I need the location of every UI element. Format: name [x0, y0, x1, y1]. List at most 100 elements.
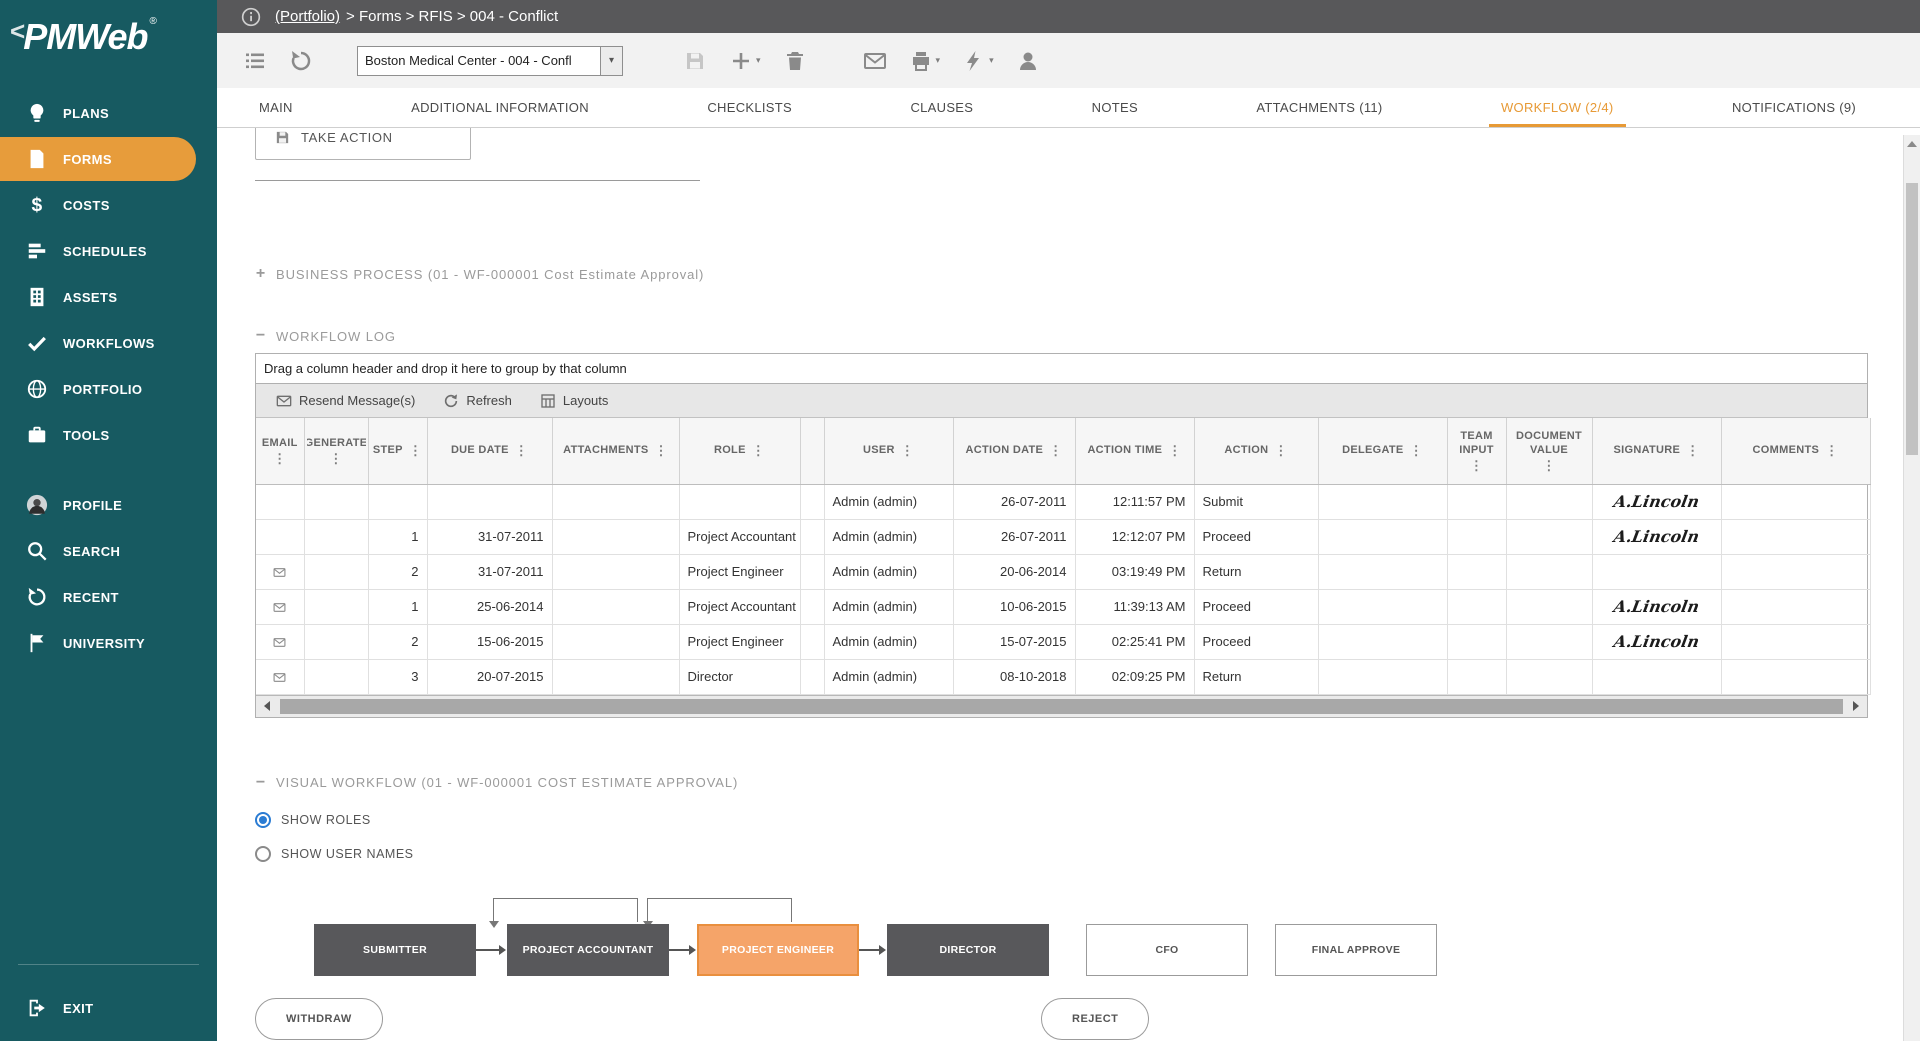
tab-workflow-2-4[interactable]: WORKFLOW (2/4) — [1489, 88, 1626, 127]
record-selector[interactable]: Boston Medical Center - 004 - Confl ▾ — [357, 46, 623, 76]
workflow-node-final-approve[interactable]: FINAL APPROVE — [1275, 924, 1437, 976]
sidebar-item-tools[interactable]: TOOLS — [0, 412, 217, 458]
column-menu-icon[interactable]: ⋮ — [1410, 444, 1423, 457]
column-menu-icon[interactable]: ⋮ — [655, 444, 668, 457]
column-menu-icon[interactable]: ⋮ — [1825, 444, 1838, 457]
column-header-team-input[interactable]: TEAM INPUT⋮ — [1447, 418, 1506, 484]
column-menu-icon[interactable]: ⋮ — [409, 444, 422, 457]
sidebar-item-plans[interactable]: PLANS — [0, 90, 217, 136]
workflow-node-director[interactable]: DIRECTOR — [887, 924, 1049, 976]
column-header-attachments[interactable]: ATTACHMENTS⋮ — [552, 418, 679, 484]
tab-attachments-11[interactable]: ATTACHMENTS (11) — [1244, 88, 1394, 127]
column-header-role[interactable]: ROLE⋮ — [679, 418, 800, 484]
column-menu-icon[interactable]: ⋮ — [901, 444, 914, 457]
column-menu-icon[interactable]: ⋮ — [515, 444, 528, 457]
column-header-email[interactable]: EMAIL⋮ — [256, 418, 304, 484]
tab-notes[interactable]: NOTES — [1080, 88, 1150, 127]
column-menu-icon[interactable]: ⋮ — [1686, 444, 1699, 457]
column-header-action[interactable]: ACTION⋮ — [1194, 418, 1318, 484]
actions-caret-icon[interactable]: ▾ — [989, 55, 994, 66]
workflow-log-row[interactable]: 131-07-2011Project AccountantAdmin (admi… — [256, 519, 1870, 554]
workflow-node-submitter[interactable]: SUBMITTER — [314, 924, 476, 976]
column-menu-icon[interactable]: ⋮ — [1470, 459, 1483, 472]
sidebar-item-recent[interactable]: RECENT — [0, 574, 217, 620]
column-header-action-date[interactable]: ACTION DATE⋮ — [953, 418, 1075, 484]
radio-selected-icon[interactable] — [255, 812, 271, 828]
email-icon[interactable] — [863, 49, 887, 73]
info-icon[interactable] — [241, 7, 261, 27]
column-header-step[interactable]: STEP⋮ — [368, 418, 427, 484]
workflow-log-row[interactable]: 320-07-2015DirectorAdmin (admin)08-10-20… — [256, 659, 1870, 694]
print-icon[interactable] — [909, 49, 933, 73]
workflow-log-row[interactable]: 231-07-2011Project EngineerAdmin (admin)… — [256, 554, 1870, 589]
sidebar-item-forms[interactable]: FORMS — [0, 137, 196, 181]
column-menu-icon[interactable]: ⋮ — [1274, 444, 1287, 457]
column-header-delegate[interactable]: DELEGATE⋮ — [1318, 418, 1447, 484]
scroll-left-icon[interactable] — [256, 696, 278, 717]
column-menu-icon[interactable]: ⋮ — [1542, 459, 1555, 472]
column-header-action-time[interactable]: ACTION TIME⋮ — [1075, 418, 1194, 484]
show-user-names-option[interactable]: SHOW USER NAMES — [255, 846, 1868, 862]
scroll-up-icon[interactable] — [1904, 135, 1920, 153]
workflow-node-project-accountant[interactable]: PROJECT ACCOUNTANT — [507, 924, 669, 976]
workflow-log-row[interactable]: 125-06-2014Project AccountantAdmin (admi… — [256, 589, 1870, 624]
add-record-icon[interactable] — [729, 49, 753, 73]
chevron-down-icon[interactable]: ▾ — [600, 47, 622, 75]
sidebar-item-exit[interactable]: EXIT — [0, 985, 217, 1031]
workflow-log-section-header[interactable]: − WORKFLOW LOG — [255, 327, 1868, 345]
tab-main[interactable]: MAIN — [247, 88, 305, 127]
refresh-button[interactable]: Refresh — [433, 389, 522, 413]
workflow-node-project-engineer[interactable]: PROJECT ENGINEER — [697, 924, 859, 976]
column-header-comments[interactable]: COMMENTS⋮ — [1721, 418, 1870, 484]
user-icon[interactable] — [1016, 49, 1040, 73]
visual-workflow-section-header[interactable]: − VISUAL WORKFLOW (01 - WF-000001 COST E… — [255, 774, 1868, 792]
column-menu-icon[interactable]: ⋮ — [1049, 444, 1062, 457]
delete-icon[interactable] — [783, 49, 807, 73]
column-menu-icon[interactable]: ⋮ — [329, 452, 342, 465]
sidebar-item-costs[interactable]: $COSTS — [0, 182, 217, 228]
expand-plus-icon[interactable]: + — [255, 265, 267, 283]
tab-clauses[interactable]: CLAUSES — [898, 88, 985, 127]
layouts-button[interactable]: Layouts — [530, 389, 619, 413]
sidebar-item-university[interactable]: UNIVERSITY — [0, 620, 217, 666]
column-header-document-value[interactable]: DOCUMENT VALUE⋮ — [1506, 418, 1592, 484]
sidebar-item-assets[interactable]: ASSETS — [0, 274, 217, 320]
column-menu-icon[interactable]: ⋮ — [273, 452, 286, 465]
add-record-caret-icon[interactable]: ▾ — [756, 55, 761, 66]
vertical-scrollbar[interactable] — [1903, 135, 1920, 1041]
tab-notifications-9[interactable]: NOTIFICATIONS (9) — [1720, 88, 1868, 127]
workflow-log-row[interactable]: 215-06-2015Project EngineerAdmin (admin)… — [256, 624, 1870, 659]
column-header-user[interactable]: USER⋮ — [824, 418, 953, 484]
column-menu-icon[interactable]: ⋮ — [1168, 444, 1181, 457]
column-header-generate[interactable]: GENERATE⋮ — [304, 418, 368, 484]
workflow-node-cfo[interactable]: CFO — [1086, 924, 1248, 976]
horizontal-scrollbar[interactable] — [256, 695, 1867, 717]
actions-bolt-icon[interactable] — [962, 49, 986, 73]
collapse-minus-icon[interactable]: − — [255, 327, 267, 345]
print-caret-icon[interactable]: ▾ — [936, 55, 941, 66]
sidebar-item-profile[interactable]: PROFILE — [0, 482, 217, 528]
horizontal-scrollbar-thumb[interactable] — [280, 699, 1843, 714]
business-process-section-header[interactable]: + BUSINESS PROCESS (01 - WF-000001 Cost … — [255, 265, 1868, 283]
take-action-button[interactable]: TAKE ACTION — [255, 128, 471, 160]
records-list-icon[interactable] — [243, 49, 267, 73]
scroll-right-icon[interactable] — [1845, 696, 1867, 717]
withdraw-button[interactable]: WITHDRAW — [255, 998, 383, 1040]
radio-unselected-icon[interactable] — [255, 846, 271, 862]
tab-checklists[interactable]: CHECKLISTS — [695, 88, 804, 127]
group-by-bar[interactable]: Drag a column header and drop it here to… — [256, 354, 1867, 384]
reject-button[interactable]: REJECT — [1041, 998, 1149, 1040]
history-icon[interactable] — [289, 49, 313, 73]
sidebar-item-schedules[interactable]: SCHEDULES — [0, 228, 217, 274]
column-menu-icon[interactable]: ⋮ — [752, 444, 765, 457]
sidebar-item-search[interactable]: SEARCH — [0, 528, 217, 574]
workflow-log-row[interactable]: Admin (admin)26-07-201112:11:57 PMSubmit… — [256, 484, 1870, 519]
resend-message-s-button[interactable]: Resend Message(s) — [266, 389, 425, 413]
column-header-blank[interactable] — [800, 418, 824, 484]
sidebar-item-portfolio[interactable]: PORTFOLIO — [0, 366, 217, 412]
show-roles-option[interactable]: SHOW ROLES — [255, 812, 1868, 828]
vertical-scrollbar-thumb[interactable] — [1906, 183, 1918, 455]
breadcrumb-portfolio-link[interactable]: (Portfolio) — [275, 8, 340, 25]
sidebar-item-workflows[interactable]: WORKFLOWS — [0, 320, 217, 366]
column-header-signature[interactable]: SIGNATURE⋮ — [1592, 418, 1721, 484]
